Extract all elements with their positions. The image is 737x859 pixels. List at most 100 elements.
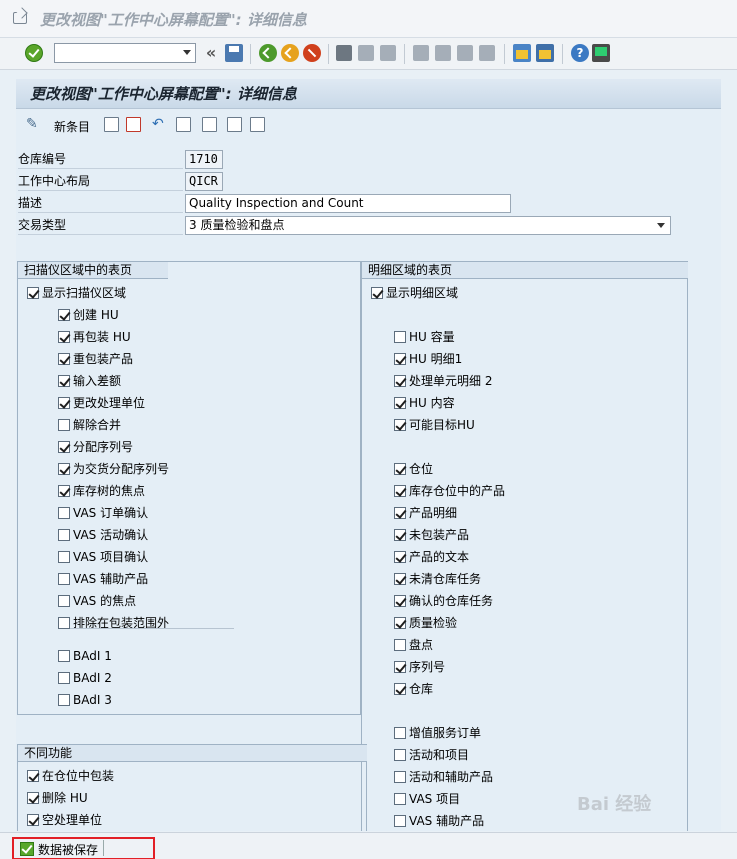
checked-box-icon[interactable] <box>394 661 406 673</box>
misc-functions-group: 不同功能 在仓位中包装 删除 HU 空处理单位 <box>17 744 367 831</box>
checked-box-icon[interactable] <box>27 792 39 804</box>
checkbox-label: 创建 HU <box>73 308 119 322</box>
checkbox-label: 库存树的焦点 <box>73 484 146 498</box>
back-icon[interactable] <box>259 44 277 62</box>
checked-box-icon[interactable] <box>394 485 406 497</box>
select-all-icon[interactable] <box>176 117 191 132</box>
first-page-icon[interactable] <box>413 45 429 61</box>
shortcut-icon[interactable] <box>536 44 554 62</box>
checked-box-icon[interactable] <box>394 419 406 431</box>
customize-layout-icon[interactable] <box>592 44 610 62</box>
new-session-icon[interactable] <box>513 44 531 62</box>
unchecked-box-icon[interactable] <box>58 650 70 662</box>
unchecked-box-icon[interactable] <box>58 694 70 706</box>
checkbox-label: 质量检验 <box>409 616 458 630</box>
checkbox-label: 增值服务订单 <box>409 726 482 740</box>
checkbox-label: 活动和项目 <box>409 748 470 762</box>
chevron-down-icon[interactable] <box>183 50 191 55</box>
title-bar: 更改视图"工作中心屏幕配置": 详细信息 <box>0 0 737 38</box>
display-change-icon[interactable]: ✎ <box>26 117 41 132</box>
unchecked-box-icon[interactable] <box>58 672 70 684</box>
checked-box-icon[interactable] <box>394 529 406 541</box>
checked-box-icon[interactable] <box>58 441 70 453</box>
checked-box-icon[interactable] <box>394 397 406 409</box>
copy-icon[interactable] <box>104 117 119 132</box>
transaction-type-value: 3 质量检验和盘点 <box>189 218 285 232</box>
checkbox-box[interactable] <box>371 287 383 299</box>
group-title: 扫描仪区域中的表页 <box>18 262 168 279</box>
checkbox-label: 重包装产品 <box>73 352 134 366</box>
work-center-layout-field[interactable]: QICR <box>185 172 223 191</box>
checkbox-label: 处理单元明细 2 <box>409 374 493 388</box>
next-page-icon[interactable] <box>457 45 473 61</box>
checkbox-label: 仓位 <box>409 462 434 476</box>
print-field-icon[interactable] <box>250 117 265 132</box>
checkbox-label: 产品明细 <box>409 506 458 520</box>
checked-box-icon[interactable] <box>394 683 406 695</box>
new-entries-button[interactable]: 新条目 <box>54 118 90 135</box>
unchecked-box-icon[interactable] <box>394 727 406 739</box>
checked-box-icon[interactable] <box>58 331 70 343</box>
find-icon[interactable] <box>358 45 374 61</box>
unchecked-box-icon[interactable] <box>58 573 70 585</box>
checkbox-box[interactable] <box>27 287 39 299</box>
checked-box-icon[interactable] <box>27 770 39 782</box>
unchecked-box-icon[interactable] <box>58 507 70 519</box>
unchecked-box-icon[interactable] <box>394 815 406 827</box>
checked-box-icon[interactable] <box>394 573 406 585</box>
chevron-down-icon[interactable] <box>657 223 665 228</box>
checked-box-icon[interactable] <box>58 463 70 475</box>
checkbox-label: BAdI 3 <box>73 693 112 707</box>
checked-box-icon[interactable] <box>58 375 70 387</box>
checked-box-icon[interactable] <box>394 463 406 475</box>
field-label: 仓库编号 <box>18 149 183 169</box>
checked-box-icon[interactable] <box>27 814 39 826</box>
previous-page-icon[interactable] <box>435 45 451 61</box>
checked-box-icon[interactable] <box>394 551 406 563</box>
find-next-icon[interactable] <box>380 45 396 61</box>
unchecked-box-icon[interactable] <box>394 749 406 761</box>
select-block-icon[interactable] <box>202 117 217 132</box>
command-field[interactable] <box>54 43 196 63</box>
warehouse-number-field[interactable]: 1710 <box>185 150 223 169</box>
undo-icon[interactable]: ↶ <box>152 117 167 132</box>
help-icon[interactable]: ? <box>571 44 589 62</box>
unchecked-box-icon[interactable] <box>58 617 70 629</box>
checked-box-icon[interactable] <box>58 309 70 321</box>
exit-icon[interactable] <box>281 44 299 62</box>
cancel-icon[interactable] <box>303 44 321 62</box>
checked-box-icon[interactable] <box>394 375 406 387</box>
unchecked-box-icon[interactable] <box>58 551 70 563</box>
unchecked-box-icon[interactable] <box>394 771 406 783</box>
checked-box-icon[interactable] <box>394 595 406 607</box>
unchecked-box-icon[interactable] <box>394 331 406 343</box>
print-icon[interactable] <box>336 45 352 61</box>
unchecked-box-icon[interactable] <box>394 793 406 805</box>
exit-menu-icon[interactable] <box>13 12 27 24</box>
save-icon[interactable] <box>225 44 243 62</box>
delete-icon[interactable] <box>126 117 141 132</box>
transaction-type-select[interactable]: 3 质量检验和盘点 <box>185 216 671 235</box>
last-page-icon[interactable] <box>479 45 495 61</box>
unchecked-box-icon[interactable] <box>58 595 70 607</box>
enter-icon[interactable] <box>25 44 43 62</box>
deselect-all-icon[interactable] <box>227 117 242 132</box>
field-row: 工作中心布局 QICR <box>16 171 721 193</box>
checkbox-label: 库存仓位中的产品 <box>409 484 506 498</box>
checked-box-icon[interactable] <box>394 617 406 629</box>
checked-box-icon[interactable] <box>58 353 70 365</box>
checkbox-label: 分配序列号 <box>73 440 134 454</box>
status-message[interactable]: 数据被保存 <box>12 837 155 859</box>
unchecked-box-icon[interactable] <box>58 529 70 541</box>
description-field[interactable]: Quality Inspection and Count <box>185 194 511 213</box>
collapse-arrows-icon[interactable]: « <box>202 44 220 62</box>
checked-box-icon[interactable] <box>394 507 406 519</box>
checked-box-icon[interactable] <box>58 397 70 409</box>
unchecked-box-icon[interactable] <box>58 419 70 431</box>
checked-box-icon[interactable] <box>58 485 70 497</box>
unchecked-box-icon[interactable] <box>394 639 406 651</box>
toolbar-separator <box>328 44 329 64</box>
checkbox-label: VAS 的焦点 <box>73 594 137 608</box>
checked-box-icon[interactable] <box>394 353 406 365</box>
field-row: 交易类型 3 质量检验和盘点 <box>16 215 721 237</box>
